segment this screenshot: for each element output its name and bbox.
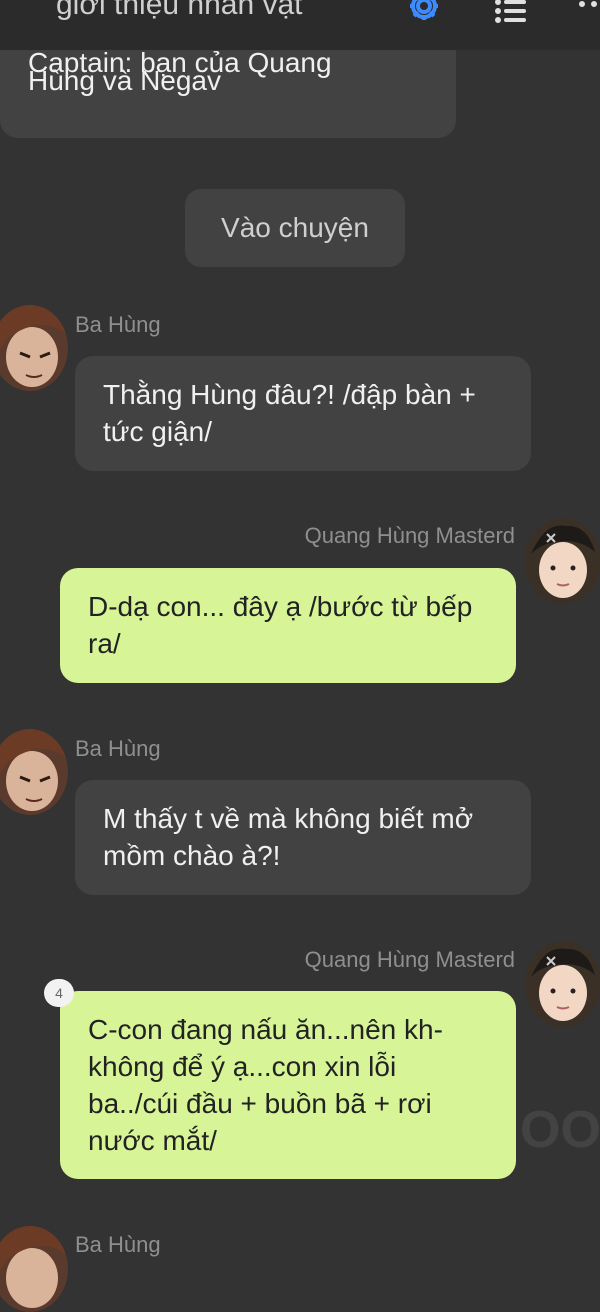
message-bubble: Thằng Hùng đâu?! /đập bàn + tức giận/ bbox=[75, 356, 531, 471]
page-title: giới thiệu nhân vật bbox=[56, 0, 303, 21]
sender-name: Quang Hùng Masterd bbox=[304, 947, 515, 972]
top-bar: giới thiệu nhân vật bbox=[0, 0, 600, 50]
sender-name: Ba Hùng bbox=[75, 312, 161, 337]
avatar[interactable] bbox=[525, 518, 600, 604]
gear-icon[interactable] bbox=[404, 0, 444, 28]
avatar[interactable] bbox=[0, 305, 68, 391]
intro-last-line: Hùng và Negav bbox=[28, 65, 222, 96]
avatar[interactable] bbox=[525, 941, 600, 1027]
message-count-badge[interactable]: 4 bbox=[44, 979, 74, 1007]
message-bubble: D-dạ con... đây ạ /bước từ bếp ra/ bbox=[60, 568, 516, 683]
message-bubble: M thấy t về mà không biết mở mồm chào à?… bbox=[75, 780, 531, 895]
message-bubble: C-con đang nấu ăn...nên kh-không để ý ạ.… bbox=[60, 991, 516, 1179]
enter-story-button[interactable]: Vào chuyện bbox=[185, 189, 405, 267]
list-icon[interactable] bbox=[494, 0, 528, 26]
avatar[interactable] bbox=[0, 729, 68, 815]
avatar[interactable] bbox=[0, 1226, 68, 1312]
more-dots-icon[interactable] bbox=[576, 0, 600, 12]
sender-name: Quang Hùng Masterd bbox=[304, 523, 515, 548]
sender-name: Ba Hùng bbox=[75, 736, 161, 761]
watermark: OON bbox=[520, 1101, 600, 1159]
sender-name: Ba Hùng bbox=[75, 1232, 161, 1257]
